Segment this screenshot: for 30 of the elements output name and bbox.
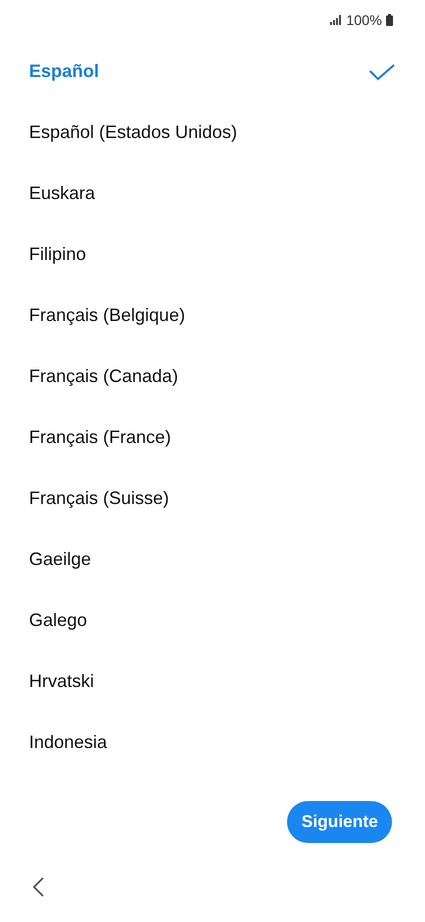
language-label: Filipino (29, 244, 86, 265)
language-label: Español (29, 61, 100, 82)
language-item[interactable]: Hrvatski (0, 651, 425, 712)
language-item[interactable]: Español (0, 41, 425, 102)
language-label: Galego (29, 610, 88, 631)
language-item[interactable]: Français (Canada) (0, 346, 425, 407)
next-button[interactable]: Siguiente (287, 801, 392, 843)
battery-icon (386, 14, 393, 26)
language-item[interactable]: Français (Suisse) (0, 468, 425, 529)
language-label: Español (Estados Unidos) (29, 122, 238, 143)
language-item[interactable]: Gaeilge (0, 529, 425, 590)
checkmark-icon (369, 64, 395, 80)
language-item[interactable]: Español (Estados Unidos) (0, 102, 425, 163)
language-label: Français (Canada) (29, 366, 178, 387)
language-item[interactable]: Filipino (0, 224, 425, 285)
language-label: Français (Belgique) (29, 305, 186, 326)
back-icon[interactable] (32, 877, 44, 897)
language-label: Hrvatski (29, 671, 94, 692)
language-item[interactable]: Français (Belgique) (0, 285, 425, 346)
language-label: Français (Suisse) (29, 488, 170, 509)
battery-percentage: 100% (346, 12, 382, 28)
language-item[interactable]: Français (France) (0, 407, 425, 468)
language-item[interactable]: Indonesia (0, 712, 425, 773)
language-label: Gaeilge (29, 549, 92, 570)
language-label: Français (France) (29, 427, 172, 448)
language-item[interactable]: Galego (0, 590, 425, 651)
language-label: Euskara (29, 183, 96, 204)
language-label: Indonesia (29, 732, 108, 753)
language-item[interactable]: Euskara (0, 163, 425, 224)
signal-icon (330, 15, 342, 25)
